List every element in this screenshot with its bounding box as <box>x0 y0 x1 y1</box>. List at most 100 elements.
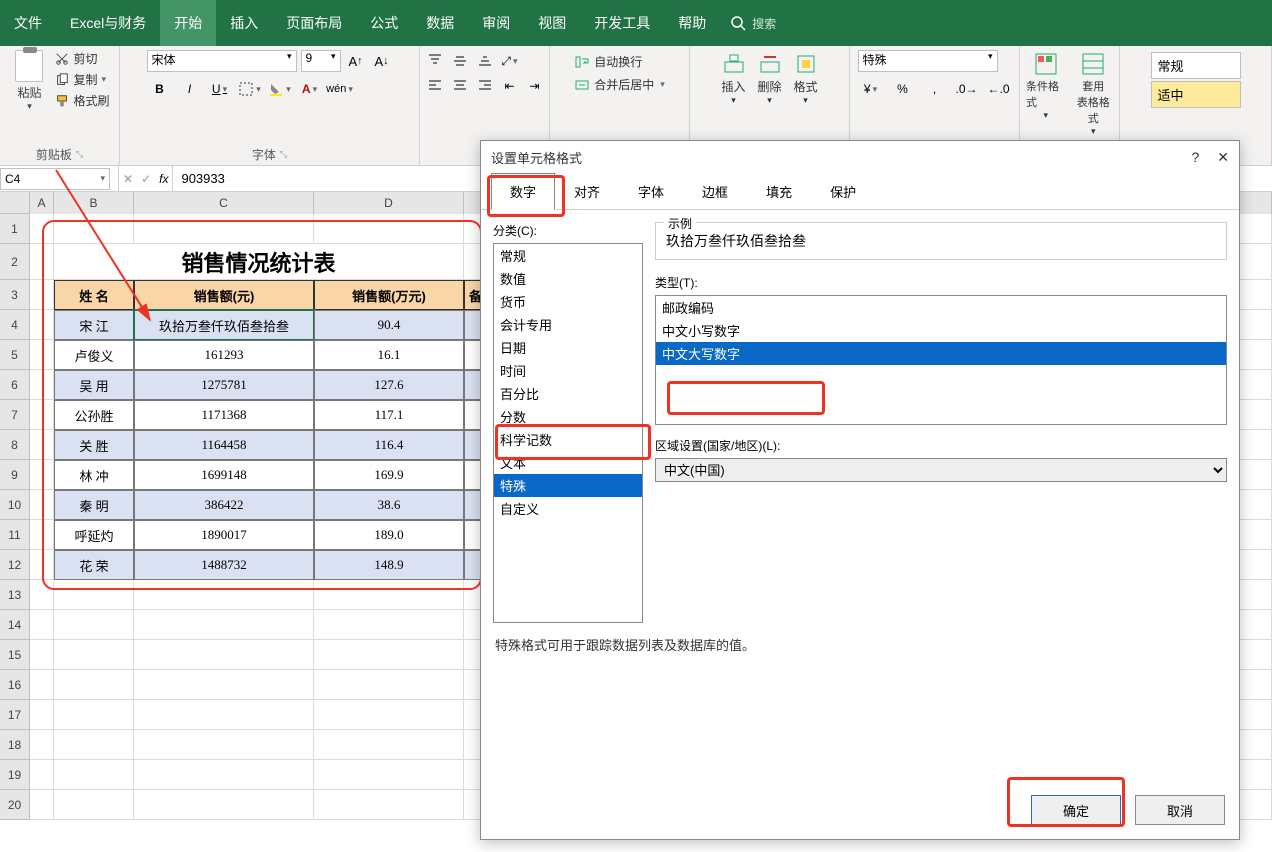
cut-button[interactable]: 剪切 <box>55 50 109 67</box>
align-left-icon[interactable] <box>424 75 446 97</box>
percent-format-icon[interactable]: % <box>890 78 916 100</box>
cell-sales-wan[interactable]: 189.0 <box>314 520 464 550</box>
cell-sales-wan[interactable]: 38.6 <box>314 490 464 520</box>
cell-sales-yuan[interactable]: 1171368 <box>134 400 314 430</box>
merge-center-button[interactable]: 合并后居中 <box>574 73 665 96</box>
tab-file[interactable]: 文件 <box>0 0 56 46</box>
dialog-tab-border[interactable]: 边框 <box>683 173 747 210</box>
category-item[interactable]: 特殊 <box>494 474 642 497</box>
tab-developer[interactable]: 开发工具 <box>580 0 664 46</box>
insert-cells-button[interactable]: 插入▾ <box>720 50 748 106</box>
tab-home[interactable]: 开始 <box>160 0 216 46</box>
cancel-formula-icon[interactable]: ✕ <box>123 172 133 186</box>
cell-sales-yuan[interactable]: 161293 <box>134 340 314 370</box>
copy-button[interactable]: 复制 ▾ <box>55 71 109 88</box>
category-item[interactable]: 时间 <box>494 359 642 382</box>
align-bottom-icon[interactable] <box>474 50 496 72</box>
cell-name[interactable]: 卢俊义 <box>54 340 134 370</box>
dialog-tab-font[interactable]: 字体 <box>619 173 683 210</box>
comma-format-icon[interactable]: , <box>922 78 948 100</box>
cell-name[interactable]: 吴 用 <box>54 370 134 400</box>
italic-button[interactable]: I <box>177 76 203 102</box>
category-item[interactable]: 数值 <box>494 267 642 290</box>
col-header-B[interactable]: B <box>54 192 134 214</box>
cell-sales-wan[interactable]: 169.9 <box>314 460 464 490</box>
col-header-C[interactable]: C <box>134 192 314 214</box>
dialog-tab-protect[interactable]: 保护 <box>811 173 875 210</box>
cell-sales-yuan[interactable]: 玖拾万叁仟玖佰叁拾叁 <box>134 310 314 340</box>
enter-formula-icon[interactable]: ✓ <box>141 172 151 186</box>
cell-sales-yuan[interactable]: 1164458 <box>134 430 314 460</box>
fx-icon[interactable]: fx <box>159 172 168 186</box>
align-center-icon[interactable] <box>449 75 471 97</box>
header-sales-wan[interactable]: 销售额(万元) <box>314 280 464 310</box>
font-color-button[interactable]: A <box>297 76 323 102</box>
header-name[interactable]: 姓 名 <box>54 280 134 310</box>
tab-help[interactable]: 帮助 <box>664 0 720 46</box>
accounting-format-icon[interactable]: ¥ <box>858 78 884 100</box>
cell-sales-wan[interactable]: 148.9 <box>314 550 464 580</box>
cell-sales-wan[interactable]: 90.4 <box>314 310 464 340</box>
category-item[interactable]: 日期 <box>494 336 642 359</box>
type-list[interactable]: 邮政编码中文小写数字中文大写数字 <box>655 295 1227 425</box>
increase-font-icon[interactable]: A↑ <box>345 50 367 72</box>
category-item[interactable]: 自定义 <box>494 497 642 520</box>
number-format-select[interactable]: 特殊▾ <box>858 50 998 72</box>
cell-sales-wan[interactable]: 117.1 <box>314 400 464 430</box>
cell-sales-yuan[interactable]: 1890017 <box>134 520 314 550</box>
table-title[interactable]: 销售情况统计表 <box>54 244 464 280</box>
dialog-tab-fill[interactable]: 填充 <box>747 173 811 210</box>
delete-cells-button[interactable]: 删除▾ <box>756 50 784 106</box>
cancel-button[interactable]: 取消 <box>1135 795 1225 825</box>
cell-name[interactable]: 宋 江 <box>54 310 134 340</box>
category-item[interactable]: 百分比 <box>494 382 642 405</box>
cell-name[interactable]: 呼延灼 <box>54 520 134 550</box>
dialog-tab-number[interactable]: 数字 <box>491 173 555 210</box>
type-item[interactable]: 中文小写数字 <box>656 319 1226 342</box>
style-normal[interactable]: 常规 <box>1151 52 1241 79</box>
category-item[interactable]: 会计专用 <box>494 313 642 336</box>
border-button[interactable] <box>237 76 263 102</box>
tab-page-layout[interactable]: 页面布局 <box>272 0 356 46</box>
align-right-icon[interactable] <box>474 75 496 97</box>
category-item[interactable]: 文本 <box>494 451 642 474</box>
align-middle-icon[interactable] <box>449 50 471 72</box>
category-list[interactable]: 常规数值货币会计专用日期时间百分比分数科学记数文本特殊自定义 <box>493 243 643 623</box>
cell-sales-yuan[interactable]: 1488732 <box>134 550 314 580</box>
paste-button[interactable]: 粘贴 ▾ <box>9 50 49 112</box>
font-launcher-icon[interactable]: ⤡ <box>280 149 287 160</box>
style-neutral[interactable]: 适中 <box>1151 81 1241 108</box>
format-cells-button[interactable]: 格式▾ <box>792 50 820 106</box>
category-item[interactable]: 常规 <box>494 244 642 267</box>
bold-button[interactable]: B <box>147 76 173 102</box>
cell-sales-wan[interactable]: 116.4 <box>314 430 464 460</box>
wrap-text-button[interactable]: 自动换行 <box>574 50 665 73</box>
orientation-icon[interactable]: ⤢ <box>499 50 521 72</box>
cell-name[interactable]: 公孙胜 <box>54 400 134 430</box>
col-header-D[interactable]: D <box>314 192 464 214</box>
cell-sales-yuan[interactable]: 386422 <box>134 490 314 520</box>
ok-button[interactable]: 确定 <box>1031 795 1121 825</box>
search-icon[interactable]: 搜索 <box>730 15 776 32</box>
cell-sales-wan[interactable]: 127.6 <box>314 370 464 400</box>
help-icon[interactable]: ? <box>1191 149 1199 165</box>
name-box[interactable]: C4 ▾ <box>0 168 110 190</box>
category-item[interactable]: 科学记数 <box>494 428 642 451</box>
phonetic-button[interactable]: wén <box>327 76 353 102</box>
locale-select[interactable]: 中文(中国) <box>655 458 1227 482</box>
conditional-format-button[interactable]: 条件格式▾ <box>1026 50 1066 137</box>
col-header-A[interactable]: A <box>30 192 54 214</box>
format-painter-button[interactable]: 格式刷 <box>55 92 109 109</box>
align-top-icon[interactable] <box>424 50 446 72</box>
type-item[interactable]: 邮政编码 <box>656 296 1226 319</box>
close-icon[interactable]: ✕ <box>1217 149 1229 166</box>
cell-sales-wan[interactable]: 16.1 <box>314 340 464 370</box>
tab-formulas[interactable]: 公式 <box>356 0 412 46</box>
cell-name[interactable]: 关 胜 <box>54 430 134 460</box>
type-item[interactable]: 中文大写数字 <box>656 342 1226 365</box>
header-sales-yuan[interactable]: 销售额(元) <box>134 280 314 310</box>
decrease-decimal-icon[interactable]: ←.0 <box>986 78 1012 100</box>
underline-button[interactable]: U <box>207 76 233 102</box>
fill-color-button[interactable] <box>267 76 293 102</box>
category-item[interactable]: 分数 <box>494 405 642 428</box>
